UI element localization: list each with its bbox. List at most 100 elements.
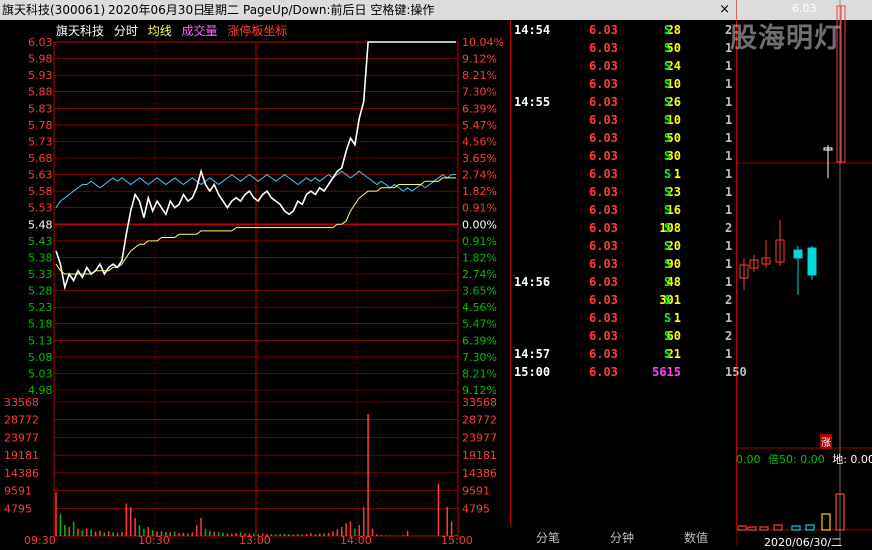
trade-count: 1 — [725, 95, 733, 109]
volume-label[interactable]: 成交量 — [182, 24, 218, 38]
pct-tick-label: 10.04% — [462, 36, 504, 49]
limit-axis-label[interactable]: 涨停板坐标 — [227, 24, 287, 38]
intraday-chart[interactable]: 6.03 10.04% 5.98 9.12% 5.93 8.21% 5.88 7.30% 5.8… — [0, 20, 510, 546]
trade-count: 1 — [725, 167, 733, 181]
trade-row: 6.03 1 S 1 — [511, 165, 736, 183]
trade-price: 6.03 — [589, 131, 618, 145]
tab-values[interactable]: 数值 — [684, 530, 708, 546]
indicator-c: 地: 0.00 — [832, 453, 872, 466]
trade-side: S — [664, 311, 672, 325]
trade-price: 6.03 — [589, 59, 618, 73]
trade-row: 6.03 1 S 1 — [511, 309, 736, 327]
trade-side: S — [664, 113, 672, 127]
trade-price: 6.03 — [589, 167, 618, 181]
trade-row: 6.03 60 S 2 — [511, 327, 736, 345]
kline-volume-bar — [821, 513, 831, 531]
candle-body — [807, 247, 817, 276]
pct-tick-label: 3.65% — [462, 285, 497, 298]
trade-row: 6.03 24 S 1 — [511, 57, 736, 75]
trade-row: 6.03 23 S 1 — [511, 183, 736, 201]
trade-count: 1 — [725, 275, 733, 289]
trade-side: S — [664, 185, 672, 199]
time-tick-label: 14:00 — [340, 534, 372, 546]
trade-volume: 1 — [673, 167, 681, 181]
kline-panel[interactable]: 股海明灯 6.03 涨 0.00 倍50: 0.00 地: 0.00 2020/… — [730, 0, 872, 549]
pct-tick-label: 2.74% — [462, 169, 497, 182]
trade-side: S — [664, 77, 672, 91]
watermark: 股海明灯 — [730, 23, 842, 54]
trade-time: 14:57 — [514, 347, 551, 361]
volume-tick-label-right: 33568 — [462, 396, 497, 409]
bottom-tabs: 分笔 分钟 数值 — [510, 530, 735, 546]
pct-tick-label: 8.21% — [462, 367, 497, 380]
tab-ticks[interactable]: 分笔 — [536, 530, 560, 546]
title-hint: PageUp/Down:前后日 空格键:操作 — [243, 3, 435, 17]
trade-row: 6.03 50 S 1 — [511, 129, 736, 147]
price-tick-label: 5.03 — [28, 367, 53, 380]
close-icon[interactable]: × — [719, 0, 730, 20]
trade-price: 6.03 — [589, 275, 618, 289]
trade-price: 6.03 — [589, 347, 618, 361]
intraday-chart-panel[interactable]: 6.03 10.04% 5.98 9.12% 5.93 8.21% 5.88 7.30% 5.8… — [0, 20, 510, 546]
time-tick-label: 09:30 — [24, 534, 56, 546]
trade-count: 1 — [725, 257, 733, 271]
trade-price: 6.03 — [589, 149, 618, 163]
trade-price: 6.03 — [589, 239, 618, 253]
indicator-b: 倍50: 0.00 — [768, 453, 825, 466]
volume-tick-label-right: 14386 — [462, 467, 497, 480]
title-weekday: 星期二 — [203, 3, 240, 17]
volume-tick-label: 23977 — [4, 431, 39, 444]
chart-mode-label[interactable]: 分时 — [114, 24, 138, 38]
price-tick-label: 5.78 — [28, 119, 53, 132]
price-tick-label: 5.38 — [28, 251, 53, 264]
trade-price: 6.03 — [589, 221, 618, 235]
volume-tick-label: 19181 — [4, 449, 39, 462]
trade-row: 6.03 30 S 1 — [511, 147, 736, 165]
chart-stock-name: 旗天科技 — [56, 24, 105, 38]
trade-side: S — [664, 221, 672, 235]
trade-row: 14:55 6.03 26 S 1 — [511, 93, 736, 111]
trade-side: S — [664, 41, 672, 55]
pct-tick-label: 4.56% — [462, 301, 497, 314]
trade-row: 15:00 6.03 5615 150 — [511, 363, 747, 381]
pct-tick-label: 1.82% — [462, 251, 497, 264]
trade-count: 1 — [725, 311, 733, 325]
tick-trades-list[interactable]: 14:54 6.03 28 S 2 6.03 50 S 1 6.03 24 S 1 6.03 10 S 1 14:… — [510, 20, 747, 526]
kline-volume-bar — [747, 526, 757, 531]
trade-time: 14:55 — [514, 95, 551, 109]
pct-tick-label: 1.82% — [462, 185, 497, 198]
trade-price: 6.03 — [589, 41, 618, 55]
price-tick-label: 5.93 — [28, 69, 53, 82]
trade-price: 6.03 — [589, 113, 618, 127]
title-stock: 旗天科技(300061) — [2, 3, 106, 17]
trade-price: 6.03 — [589, 329, 618, 343]
trade-row: 14:57 6.03 21 S 1 — [511, 345, 736, 363]
trade-time: 15:00 — [514, 365, 551, 379]
kline-volume-bar — [737, 525, 747, 531]
trade-price: 6.03 — [589, 95, 618, 109]
price-tick-label: 6.03 — [28, 36, 53, 49]
trade-side: S — [664, 293, 672, 307]
trade-volume: 5615 — [652, 365, 681, 379]
trade-count: 1 — [725, 59, 733, 73]
trade-row: 6.03 20 S 1 — [511, 237, 736, 255]
price-tick-label: 5.13 — [28, 334, 53, 347]
price-tick-label: 5.18 — [28, 318, 53, 331]
avg-line-label[interactable]: 均线 — [148, 24, 172, 38]
trade-count: 1 — [725, 113, 733, 127]
kline-volume-bar — [773, 524, 783, 531]
price-tick-label: 5.28 — [28, 285, 53, 298]
volume-tick-label-right: 9591 — [462, 485, 490, 498]
time-tick-label: 10:30 — [138, 534, 170, 546]
tab-minutes[interactable]: 分钟 — [610, 530, 634, 546]
trade-side: S — [664, 275, 672, 289]
trade-row: 6.03 50 S 1 — [511, 39, 736, 57]
pct-tick-label: 6.39% — [462, 334, 497, 347]
trade-count: 2 — [725, 329, 733, 343]
trade-price: 6.03 — [589, 203, 618, 217]
price-tick-label: 5.43 — [28, 235, 53, 248]
volume-tick-label: 14386 — [4, 467, 39, 480]
price-tick-label: 5.98 — [28, 53, 53, 66]
trade-count: 1 — [725, 347, 733, 361]
trade-volume: 1 — [673, 311, 681, 325]
